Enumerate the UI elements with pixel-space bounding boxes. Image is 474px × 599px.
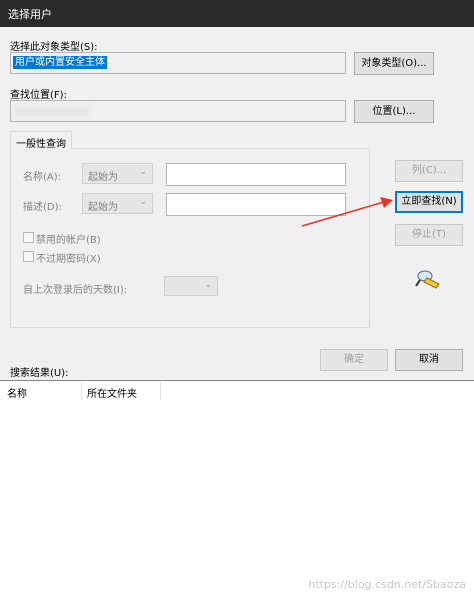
name-mode-select[interactable]: 起始为 ⌄ (82, 163, 153, 184)
description-input[interactable] (166, 193, 346, 216)
title-bar: 选择用户 (0, 0, 474, 27)
location-field (10, 100, 346, 122)
name-mode-value: 起始为 (88, 172, 118, 183)
disabled-accounts-checkbox[interactable] (23, 232, 34, 243)
location-label: 查找位置(F): (10, 90, 67, 101)
ok-button[interactable]: 确定 (320, 349, 388, 371)
watermark: https://blog.csdn.net/Sbaoza (308, 578, 466, 591)
locations-button[interactable]: 位置(L)... (354, 100, 434, 123)
tab-common-queries[interactable]: 一般性查询 (10, 131, 72, 150)
tab-label: 一般性查询 (16, 139, 66, 150)
name-input[interactable] (166, 163, 346, 186)
cancel-button[interactable]: 取消 (395, 349, 463, 371)
days-since-logon-select[interactable]: ⌄ (164, 276, 218, 296)
object-type-field: 用户或内置安全主体 (10, 52, 346, 74)
chevron-down-icon: ⌄ (139, 167, 147, 177)
non-expiring-password-checkbox[interactable] (23, 251, 34, 262)
column-header-folder[interactable]: 所在文件夹 (87, 385, 137, 403)
flashlight-search-icon (415, 270, 440, 289)
disabled-accounts-label: 禁用的帐户(B) (36, 235, 101, 246)
column-header-name[interactable]: 名称 (7, 385, 27, 403)
chevron-down-icon: ⌄ (204, 280, 212, 290)
column-divider[interactable] (160, 382, 161, 400)
object-types-button[interactable]: 对象类型(O)... (354, 52, 434, 75)
search-results-label: 搜索结果(U): (10, 368, 69, 379)
location-value-blurred (15, 106, 89, 116)
find-now-button[interactable]: 立即查找(N) (395, 191, 463, 213)
description-label: 描述(D): (23, 202, 62, 213)
days-since-logon-label: 自上次登录后的天数(I): (23, 285, 128, 296)
object-type-value: 用户或内置安全主体 (13, 56, 107, 69)
search-results-list[interactable] (0, 380, 474, 599)
chevron-down-icon: ⌄ (139, 197, 147, 207)
name-label: 名称(A): (23, 172, 62, 183)
object-type-label: 选择此对象类型(S): (10, 42, 98, 53)
stop-button[interactable]: 停止(T) (395, 224, 463, 246)
columns-button[interactable]: 列(C)... (395, 160, 463, 182)
non-expiring-password-label: 不过期密码(X) (36, 254, 101, 265)
window-title: 选择用户 (8, 8, 52, 21)
description-mode-value: 起始为 (88, 202, 118, 213)
column-divider[interactable] (81, 382, 82, 400)
description-mode-select[interactable]: 起始为 ⌄ (82, 193, 153, 214)
